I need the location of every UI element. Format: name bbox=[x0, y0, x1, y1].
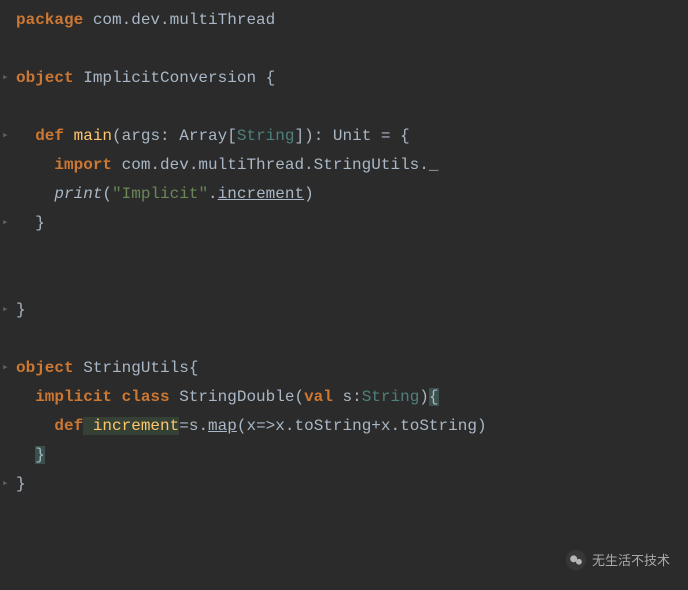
keyword-def: def bbox=[35, 127, 64, 145]
code-editor[interactable]: package com.dev.multiThread ▸ object Impl… bbox=[0, 0, 688, 505]
run-icon[interactable]: ▸ bbox=[2, 127, 9, 147]
import-path: com.dev.multiThread.StringUtils._ bbox=[112, 156, 438, 174]
code-line[interactable]: def increment=s.map(x=>x.toString+x.toSt… bbox=[4, 412, 688, 441]
fold-icon: ▸ bbox=[2, 301, 9, 321]
dot: . bbox=[208, 185, 218, 203]
equals-brace: = { bbox=[371, 127, 409, 145]
code-line[interactable]: ▸ } bbox=[4, 209, 688, 238]
paren-open: ( bbox=[102, 185, 112, 203]
code-line[interactable] bbox=[4, 267, 688, 296]
paren-close: ) bbox=[477, 417, 487, 435]
code-line[interactable]: import com.dev.multiThread.StringUtils._ bbox=[4, 151, 688, 180]
code-line[interactable]: ▸ object StringUtils{ bbox=[4, 354, 688, 383]
method-increment-def: increment bbox=[83, 417, 179, 435]
keyword-package: package bbox=[16, 11, 83, 29]
fold-icon: ▸ bbox=[2, 69, 9, 89]
colon: : bbox=[160, 127, 179, 145]
call-print: print bbox=[54, 185, 102, 203]
code-line[interactable]: ▸} bbox=[4, 470, 688, 499]
keyword-import: import bbox=[54, 156, 112, 174]
keyword-object: object bbox=[16, 69, 74, 87]
object-name: ImplicitConversion bbox=[74, 69, 266, 87]
paren-open: ( bbox=[112, 127, 122, 145]
watermark-text: 无生活不技术 bbox=[592, 549, 670, 572]
code-line[interactable]: } bbox=[4, 441, 688, 470]
code-line[interactable]: ▸} bbox=[4, 296, 688, 325]
tostring: .toString bbox=[391, 417, 477, 435]
package-path: com.dev.multiThread bbox=[83, 11, 275, 29]
brace-open-highlighted: { bbox=[429, 388, 439, 406]
keyword-object: object bbox=[16, 359, 74, 377]
type-string: String bbox=[237, 127, 295, 145]
paren-close: ) bbox=[304, 185, 314, 203]
type-unit: Unit bbox=[333, 127, 371, 145]
tostring-plus: .toString+ bbox=[285, 417, 381, 435]
keyword-implicit: implicit bbox=[35, 388, 112, 406]
fold-icon: ▸ bbox=[2, 475, 9, 495]
bracket-close: ] bbox=[294, 127, 304, 145]
brace-close-highlighted: } bbox=[35, 446, 45, 464]
code-line[interactable]: implicit class StringDouble(val s:String… bbox=[4, 383, 688, 412]
param-args: args bbox=[122, 127, 160, 145]
method-map: map bbox=[208, 417, 237, 435]
bracket-open: [ bbox=[227, 127, 237, 145]
method-increment: increment bbox=[218, 185, 304, 203]
brace-close: } bbox=[35, 214, 45, 232]
object-name: StringUtils bbox=[74, 359, 189, 377]
keyword-class: class bbox=[112, 388, 170, 406]
method-main: main bbox=[64, 127, 112, 145]
paren-close: ) bbox=[419, 388, 429, 406]
param-x: x bbox=[246, 417, 256, 435]
ref-x: x bbox=[381, 417, 391, 435]
string-literal: "Implicit" bbox=[112, 185, 208, 203]
code-line[interactable]: ▸ object ImplicitConversion { bbox=[4, 64, 688, 93]
keyword-def: def bbox=[54, 417, 83, 435]
paren-open: ( bbox=[294, 388, 304, 406]
code-line[interactable] bbox=[4, 325, 688, 354]
fold-icon: ▸ bbox=[2, 214, 9, 234]
type-array: Array bbox=[179, 127, 227, 145]
code-line[interactable] bbox=[4, 93, 688, 122]
ref-x: x bbox=[275, 417, 285, 435]
code-line[interactable] bbox=[4, 238, 688, 267]
watermark: 无生活不技术 bbox=[566, 549, 670, 572]
code-line[interactable] bbox=[4, 35, 688, 64]
code-line[interactable]: package com.dev.multiThread bbox=[4, 6, 688, 35]
brace-open: { bbox=[189, 359, 199, 377]
colon: : bbox=[314, 127, 333, 145]
class-name: StringDouble bbox=[170, 388, 295, 406]
paren-close: ) bbox=[304, 127, 314, 145]
colon: : bbox=[352, 388, 362, 406]
code-line[interactable]: print("Implicit".increment) bbox=[4, 180, 688, 209]
fold-icon: ▸ bbox=[2, 359, 9, 379]
keyword-val: val bbox=[304, 388, 333, 406]
equals: =s. bbox=[179, 417, 208, 435]
brace-close: } bbox=[16, 301, 26, 319]
brace-open: { bbox=[266, 69, 276, 87]
param-s: s bbox=[333, 388, 352, 406]
wechat-icon bbox=[566, 550, 586, 570]
type-string: String bbox=[362, 388, 420, 406]
arrow: => bbox=[256, 417, 275, 435]
brace-close: } bbox=[16, 475, 26, 493]
code-line[interactable]: ▸ def main(args: Array[String]): Unit = … bbox=[4, 122, 688, 151]
